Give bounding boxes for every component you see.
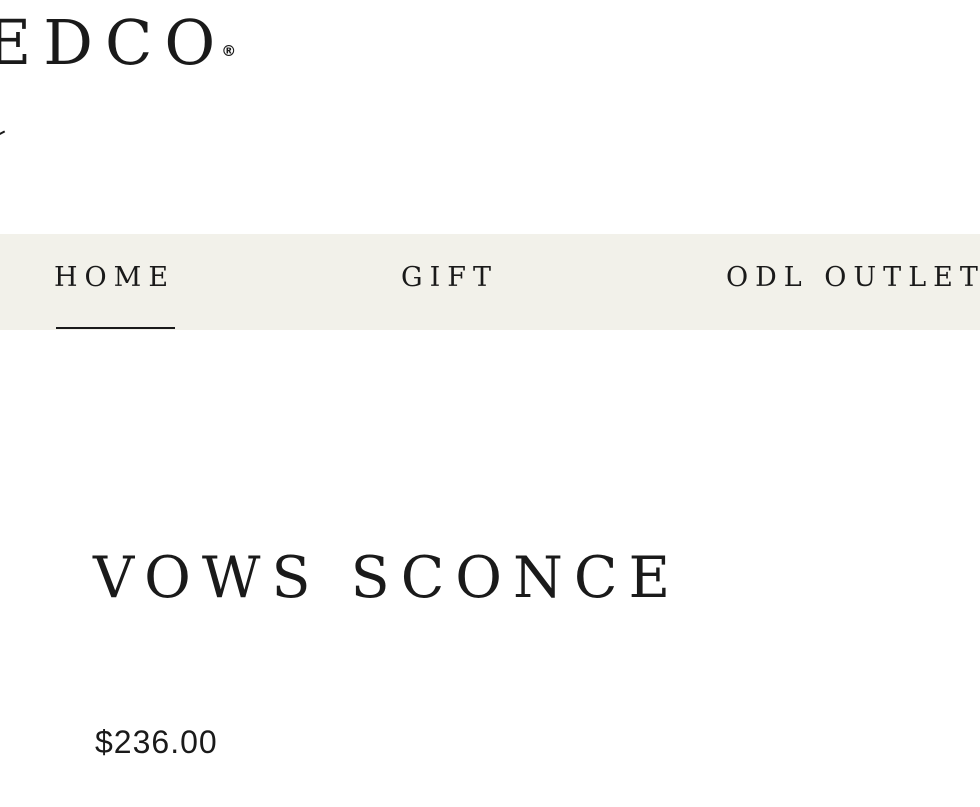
nav-item-gift[interactable]: GIFT <box>401 260 498 296</box>
partial-icon <box>0 130 5 136</box>
main-navigation: HOME GIFT ODL OUTLET <box>0 234 980 330</box>
page: EDCO ® HOME GIFT ODL OUTLET VOWS SCONCE … <box>0 0 980 807</box>
nav-item-odl-outlet[interactable]: ODL OUTLET <box>726 260 980 296</box>
nav-active-indicator <box>56 327 175 329</box>
product-price: $236.00 <box>95 724 218 760</box>
product-title: VOWS SCONCE <box>93 545 682 611</box>
site-logo[interactable]: EDCO ® <box>0 8 236 86</box>
logo-wordmark: EDCO <box>0 6 228 79</box>
nav-item-home[interactable]: HOME <box>54 260 175 296</box>
registered-mark: ® <box>221 42 237 60</box>
